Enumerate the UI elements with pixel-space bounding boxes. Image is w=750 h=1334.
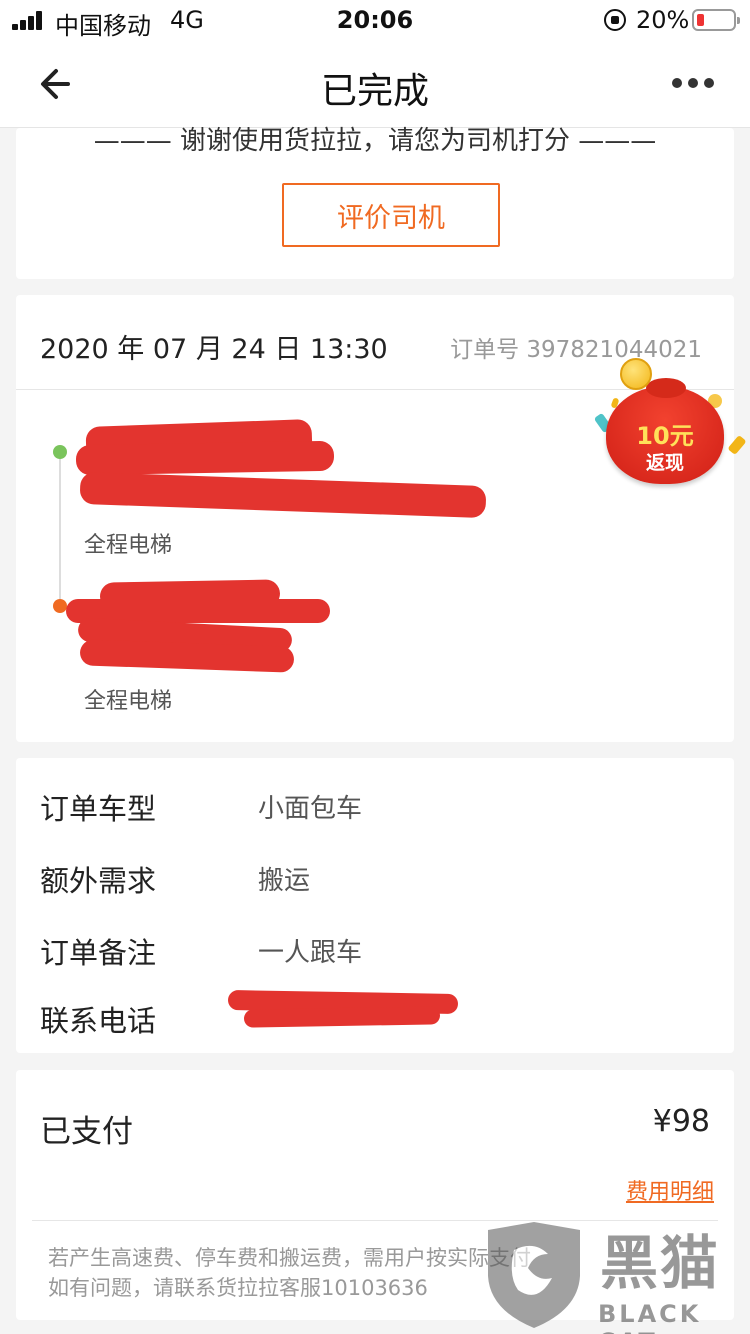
- start-point-icon: [53, 445, 67, 459]
- black-cat-watermark: 黑猫 BLACK CAT: [478, 1216, 750, 1334]
- payment-note: 如有问题，请联系货拉拉客服10103636: [48, 1276, 428, 1300]
- cashback-amount: 10元: [636, 422, 694, 450]
- more-options-icon[interactable]: [672, 78, 714, 88]
- cashback-badge[interactable]: 10元 返现: [590, 358, 750, 490]
- page-title: 已完成: [320, 71, 429, 112]
- info-value: 搬运: [258, 866, 311, 896]
- end-elevator-note: 全程电梯: [84, 689, 173, 714]
- info-key: 联系电话: [40, 1004, 157, 1038]
- rating-prompt: ——— 谢谢使用货拉拉，请您为司机打分 ———: [93, 126, 657, 156]
- rating-card: ——— 谢谢使用货拉拉，请您为司机打分 ——— 评价司机: [16, 126, 734, 279]
- payment-status: 已支付: [40, 1114, 133, 1150]
- redacted-start-address: [79, 471, 487, 519]
- info-key: 额外需求: [40, 864, 157, 898]
- nav-bar: 已完成: [0, 40, 750, 128]
- info-key: 订单车型: [40, 792, 157, 826]
- order-info-card: 订单车型 小面包车 额外需求 搬运 订单备注 一人跟车 联系电话: [16, 758, 734, 1053]
- coin-icon: [620, 358, 652, 390]
- start-elevator-note: 全程电梯: [84, 533, 173, 558]
- info-value: 一人跟车: [258, 938, 363, 968]
- watermark-en: BLACK CAT: [598, 1300, 702, 1334]
- redacted-start-address: [75, 440, 335, 476]
- rate-driver-button[interactable]: 评价司机: [282, 183, 500, 247]
- end-point-icon: [53, 599, 67, 613]
- fee-details-link[interactable]: 费用明细: [626, 1174, 714, 1206]
- battery-percent: 20%: [636, 6, 690, 34]
- status-bar: 中国移动 4G 20:06 20%: [0, 0, 750, 40]
- battery-icon: [692, 9, 740, 31]
- info-value: 小面包车: [258, 794, 363, 824]
- route-line: [59, 452, 61, 602]
- watermark-cn: 黑猫: [600, 1229, 721, 1297]
- info-key: 订单备注: [40, 936, 157, 970]
- cashback-label: 返现: [645, 452, 684, 474]
- pouch-knot: [646, 378, 686, 398]
- redacted-phone: [243, 1006, 441, 1028]
- payment-note: 若产生高速费、停车费和搬运费，需用户按实际支付: [48, 1246, 531, 1270]
- black-cat-shield-icon: [488, 1222, 580, 1328]
- payment-amount: ¥98: [652, 1104, 710, 1139]
- order-time: 2020 年 07 月 24 日 13:30: [40, 334, 388, 365]
- rotation-lock-icon: [604, 9, 626, 31]
- confetti: [727, 434, 747, 456]
